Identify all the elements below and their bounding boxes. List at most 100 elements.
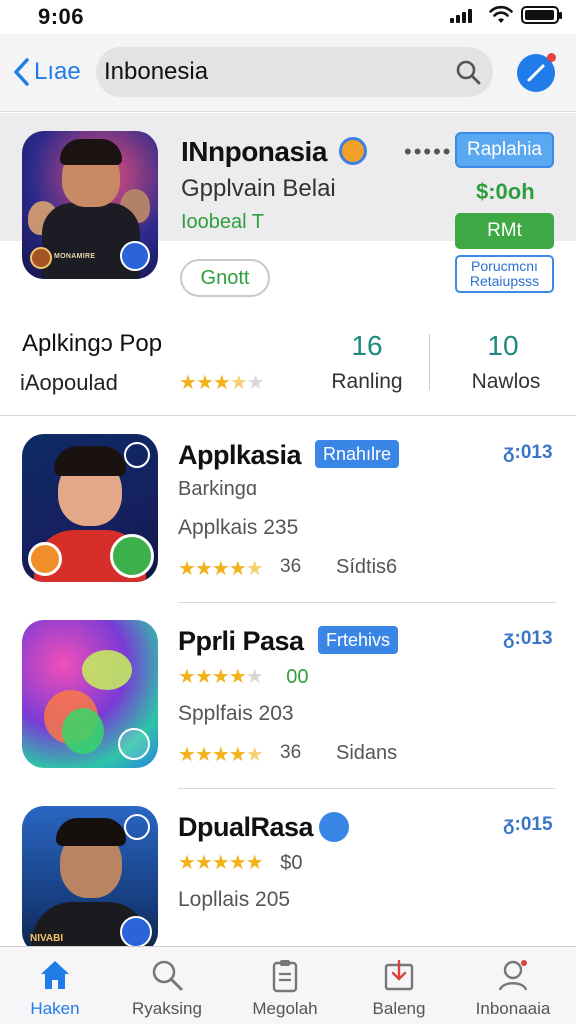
stats-section: Aplkingɔ Pop iAopoulad ★★★★★ 16 Ranling …	[0, 318, 576, 416]
search-icon[interactable]	[455, 59, 481, 85]
star-icon: ★	[195, 372, 214, 394]
tab-clipboard[interactable]: Megolah	[230, 953, 340, 1023]
featured-price: $:0oh	[476, 179, 535, 204]
app-rating-count: $0	[280, 852, 303, 874]
stat-ranking-label: Ranling	[331, 370, 403, 393]
tab-label: Megolah	[252, 999, 318, 1018]
shield-icon	[120, 241, 150, 271]
app-description: Applkais 235	[178, 516, 299, 539]
tab-home[interactable]: Haken	[0, 953, 110, 1023]
app-icon[interactable]: NIVABI	[22, 806, 158, 954]
star-icon: ★	[194, 852, 213, 874]
star-icon: ★	[212, 372, 231, 394]
app-rating-stars: ★★★★★	[178, 666, 264, 688]
pencil-icon	[527, 64, 545, 82]
app-rating-count: 36	[280, 556, 302, 577]
app-side-label: Sidans	[336, 742, 398, 764]
star-icon: ★	[178, 666, 196, 688]
star-icon: ★	[211, 744, 230, 766]
featured-icon-caption: MONAMIRE	[54, 253, 96, 260]
list-item[interactable]: Pprli Pasa Frtehivs ᵹ:013 ★★★★★ 00 Spplf…	[0, 602, 576, 789]
star-icon: ★	[178, 852, 196, 874]
verified-badge-icon	[339, 137, 367, 165]
star-icon: ★	[194, 558, 213, 580]
app-number: ᵹ:013	[503, 628, 553, 649]
stats-subtitle: iAopoulad	[20, 370, 118, 395]
tab-search[interactable]: Ryaksing	[112, 953, 222, 1023]
profile-icon	[498, 960, 528, 991]
featured-subtitle: Gpplvain Belai	[181, 175, 336, 202]
app-description: Lopllais 205	[178, 888, 291, 911]
star-icon: ★	[245, 666, 264, 688]
back-button[interactable]: Lıae	[12, 52, 81, 92]
battery-icon	[521, 6, 562, 24]
star-icon: ★	[179, 372, 197, 394]
tab-profile[interactable]: Inbonaaia	[458, 953, 568, 1023]
coin-icon	[28, 542, 62, 576]
get-button[interactable]: RMt	[455, 213, 554, 249]
star-icon: ★	[228, 852, 247, 874]
app-icon[interactable]	[22, 620, 158, 768]
download-icon	[384, 959, 414, 991]
tab-label: Baleng	[372, 999, 426, 1018]
app-rating-count: 00	[286, 666, 309, 688]
signal-icon	[450, 9, 474, 23]
star-icon: ★	[229, 372, 248, 394]
stats-divider	[429, 334, 430, 390]
featured-app-icon[interactable]: MONAMIRE	[22, 131, 158, 279]
status-time: 9:06	[38, 4, 85, 29]
star-icon: ★	[211, 852, 230, 874]
list-item[interactable]: Applkasia Rnahılre ᵹ:013 Barkingɑ Applka…	[0, 416, 576, 603]
tab-label: Inbonaaia	[475, 999, 551, 1018]
stat-reviews-value: 10	[487, 330, 519, 361]
check-circle-icon	[124, 814, 150, 840]
app-number: ᵹ:013	[503, 442, 553, 463]
app-name[interactable]: Pprli Pasa	[178, 626, 304, 657]
app-rating-line: ★★★★★ 00	[178, 664, 309, 689]
app-icon-caption: NIVABI	[30, 933, 64, 944]
app-rating-count: 36	[280, 742, 302, 763]
star-icon: ★	[246, 372, 265, 394]
featured-pill-button[interactable]: Gnott	[180, 259, 270, 297]
clipboard-icon	[272, 960, 298, 993]
featured-developer[interactable]: Ioobeal T	[181, 211, 264, 234]
app-name[interactable]: Applkasia	[178, 440, 302, 471]
compose-button[interactable]	[517, 53, 556, 92]
status-bar: 9:06	[0, 0, 576, 34]
chevron-left-icon	[14, 58, 29, 86]
star-icon: ★	[245, 852, 264, 874]
verified-badge-icon	[319, 812, 349, 842]
app-rating-stars: ★★★★★	[178, 556, 264, 581]
stats-title: Aplkingɔ Pop	[22, 330, 163, 357]
app-number: ᵹ:015	[503, 814, 553, 835]
app-rating-stars: ★★★★★	[178, 852, 264, 874]
stat-reviews-label: Nawlos	[471, 370, 541, 393]
star-icon: ★	[178, 744, 196, 766]
tab-download[interactable]: Baleng	[344, 953, 454, 1023]
app-tag: Rnahılre	[315, 440, 400, 468]
nav-bar: Lıae	[0, 34, 576, 112]
featured-title[interactable]: INnponasia	[181, 136, 327, 168]
check-circle-icon	[124, 442, 150, 468]
star-icon: ★	[211, 558, 230, 580]
stats-rating-stars: ★★★★★	[179, 370, 265, 395]
app-icon[interactable]	[22, 434, 158, 582]
tab-bar: Haken Ryaksing Megolah Baleng Inbonaaia	[0, 946, 576, 1024]
star-icon: ★	[245, 744, 264, 766]
home-icon	[41, 961, 69, 989]
star-icon: ★	[194, 666, 213, 688]
app-side-label: Sídtis6	[336, 556, 398, 578]
star-icon: ★	[228, 666, 247, 688]
more-options-icon[interactable]: •••••	[404, 139, 453, 165]
back-label: Lıae	[34, 58, 81, 85]
app-description: Spplfais 203	[178, 702, 294, 725]
app-rating-stars: ★★★★★	[178, 742, 264, 767]
featured-outline-button[interactable]: Porucmcnı Retaiupsss	[455, 255, 554, 293]
search-input[interactable]	[104, 47, 444, 97]
featured-top-button[interactable]: Raplahia	[455, 132, 554, 168]
app-rating-line: ★★★★★ $0	[178, 850, 303, 875]
wifi-icon	[489, 5, 513, 23]
star-icon: ★	[211, 666, 230, 688]
app-category: Barkingɑ	[178, 478, 257, 500]
app-name[interactable]: DpualRasa	[178, 812, 314, 843]
